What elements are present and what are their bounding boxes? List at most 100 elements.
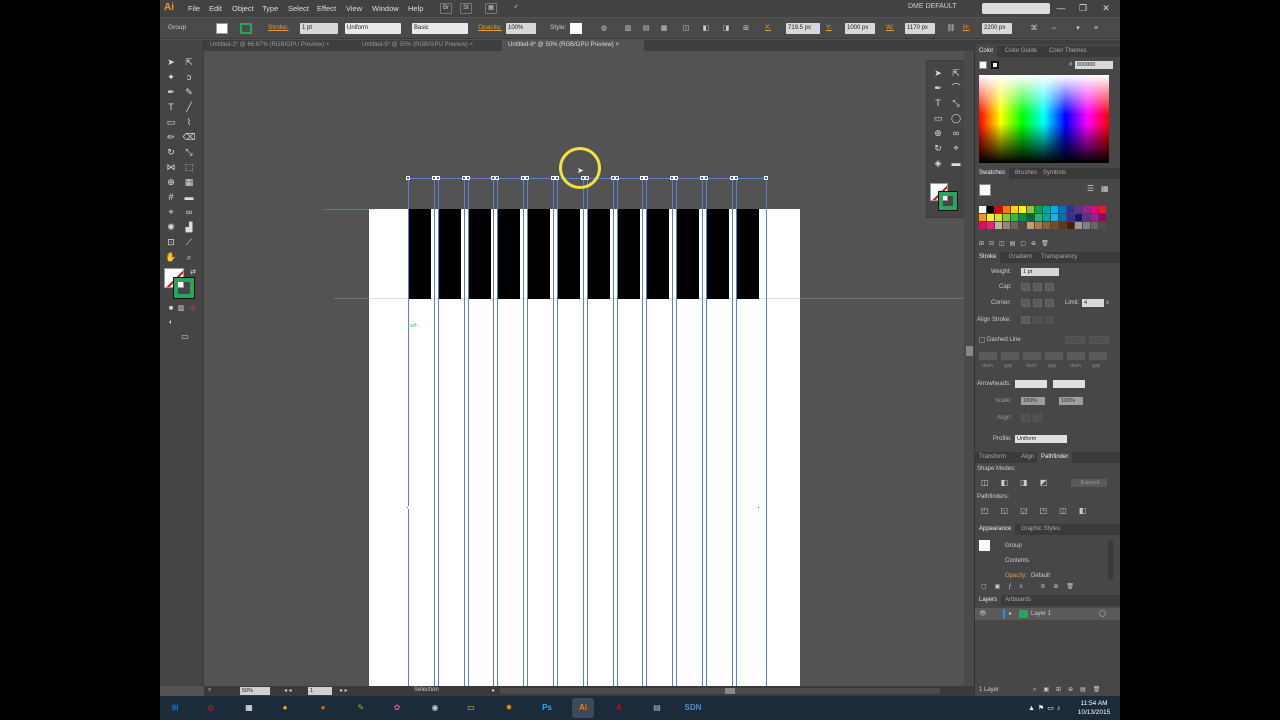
- color-swatch[interactable]: [1043, 222, 1050, 229]
- rotate-tool-icon[interactable]: ↻: [164, 146, 178, 159]
- h-label[interactable]: H:: [963, 24, 970, 31]
- bevel-join-button[interactable]: [1045, 299, 1054, 307]
- tab-color[interactable]: Color: [975, 46, 998, 57]
- current-tool-label[interactable]: Selection: [414, 687, 439, 693]
- acrobat-icon[interactable]: A: [608, 698, 630, 718]
- paintbrush-tool-icon[interactable]: ⌇: [182, 116, 196, 129]
- tab-align[interactable]: Align: [1017, 452, 1038, 463]
- photoshop-icon[interactable]: Ps: [536, 698, 558, 718]
- black-key[interactable]: [707, 209, 729, 299]
- color-swatch[interactable]: [1035, 222, 1042, 229]
- minimize-icon[interactable]: —: [1054, 1, 1068, 15]
- menu-file[interactable]: File: [188, 0, 200, 17]
- color-swatch[interactable]: [1011, 214, 1018, 221]
- color-swatch[interactable]: [1027, 222, 1034, 229]
- app-icon[interactable]: ◉: [424, 698, 446, 718]
- constrain-link-icon[interactable]: ⛓: [945, 23, 957, 34]
- color-swatch[interactable]: [1075, 222, 1082, 229]
- x-label[interactable]: X:: [765, 24, 771, 31]
- anchor-point[interactable]: [435, 176, 440, 180]
- color-swatch[interactable]: [995, 222, 1002, 229]
- h-field[interactable]: 2200 px: [982, 23, 1012, 34]
- magic-wand-tool-icon[interactable]: ✦: [164, 71, 178, 84]
- variable-width-profile[interactable]: Uniform: [345, 23, 401, 34]
- dash-gap-field[interactable]: [979, 352, 997, 360]
- firefox-icon[interactable]: ●: [312, 698, 334, 718]
- rotate-tool-icon[interactable]: ↻: [931, 142, 945, 155]
- tab-gradient[interactable]: Gradient: [1005, 252, 1036, 263]
- color-swatch[interactable]: [987, 222, 994, 229]
- color-swatch[interactable]: [1083, 206, 1090, 213]
- expand-triangle-icon[interactable]: ▸: [1009, 610, 1012, 617]
- next-artboard-icon[interactable]: ▸ ▸: [340, 687, 348, 694]
- isolate-icon[interactable]: ◫: [680, 23, 692, 34]
- opacity-label[interactable]: Opacity:: [478, 24, 502, 31]
- anchor-point[interactable]: [674, 176, 679, 180]
- color-swatch[interactable]: [1051, 222, 1058, 229]
- color-swatch[interactable]: [1091, 222, 1098, 229]
- menu-type[interactable]: Type: [262, 0, 278, 17]
- free-transform-tool-icon[interactable]: ⬚: [182, 161, 196, 174]
- tab-transparency[interactable]: Transparency: [1037, 252, 1081, 263]
- tab-color-themes[interactable]: Color Themes: [1045, 46, 1091, 57]
- round-cap-button[interactable]: [1033, 283, 1042, 291]
- restore-icon[interactable]: ❐: [1076, 1, 1090, 15]
- anchor-point[interactable]: [465, 176, 470, 180]
- black-key[interactable]: [528, 209, 551, 299]
- color-swatch[interactable]: [1083, 214, 1090, 221]
- color-swatch[interactable]: [1011, 222, 1018, 229]
- appearance-opacity-label[interactable]: Opacity:: [1005, 573, 1027, 579]
- list-view-icon[interactable]: ☰: [1087, 184, 1094, 193]
- direct-selection-tool-icon[interactable]: ⇱: [949, 67, 963, 80]
- dashed-line-checkbox[interactable]: [979, 337, 985, 343]
- color-swatch[interactable]: [995, 206, 1002, 213]
- bridge-icon[interactable]: Br: [440, 3, 452, 14]
- color-swatch[interactable]: [1059, 222, 1066, 229]
- tab-stroke[interactable]: Stroke: [975, 252, 1001, 263]
- butt-cap-button[interactable]: [1021, 283, 1030, 291]
- hand-tool-icon[interactable]: ✋: [164, 251, 178, 264]
- screen-mode-icon[interactable]: ▭: [178, 330, 192, 343]
- transform-icon[interactable]: ▤: [640, 23, 652, 34]
- arrow-extend-button[interactable]: [1021, 414, 1030, 422]
- menu-object[interactable]: Object: [232, 0, 254, 17]
- menu-window[interactable]: Window: [372, 0, 399, 17]
- ellipse-tool-icon[interactable]: ◯: [949, 112, 963, 125]
- eyedropper-tool-icon[interactable]: ⌖: [164, 206, 178, 219]
- thumbnail-view-icon[interactable]: ▦: [1101, 184, 1109, 193]
- w-label[interactable]: W:: [886, 24, 894, 31]
- zoom-tool-icon[interactable]: ⌕: [182, 251, 196, 264]
- round-join-button[interactable]: [1033, 299, 1042, 307]
- color-swatch[interactable]: [1003, 206, 1010, 213]
- appearance-actions-icon[interactable]: ▢▣ƒx ⊘⊕🗑: [981, 583, 1082, 590]
- visibility-eye-icon[interactable]: 👁: [979, 610, 987, 617]
- vertical-scroll-thumb[interactable]: [966, 346, 973, 356]
- explorer-icon[interactable]: ▭: [460, 698, 482, 718]
- color-swatch[interactable]: [1019, 214, 1026, 221]
- dash-gap-field[interactable]: [1067, 352, 1085, 360]
- gradient-tool-icon[interactable]: ▬: [949, 157, 963, 170]
- color-swatch[interactable]: [1027, 214, 1034, 221]
- search-input[interactable]: [982, 3, 1050, 14]
- color-swatch[interactable]: [1019, 222, 1026, 229]
- selection-tool-icon[interactable]: ➤: [164, 56, 178, 69]
- color-swatch[interactable]: [1051, 214, 1058, 221]
- anchor-tool-icon[interactable]: ⌒: [949, 82, 963, 95]
- distribute-icon[interactable]: ▦: [658, 23, 670, 34]
- color-swatch[interactable]: [1091, 206, 1098, 213]
- layer-name[interactable]: Layer 1: [1031, 611, 1051, 617]
- selection-tool-icon[interactable]: ➤: [931, 67, 945, 80]
- anchor-point[interactable]: [700, 176, 704, 180]
- type-tool-icon[interactable]: T: [931, 97, 945, 110]
- stroke-label[interactable]: Stroke:: [268, 24, 289, 31]
- rectangle-tool-icon[interactable]: ▭: [931, 112, 945, 125]
- pathfinder-buttons-icon[interactable]: ◰◱◲◳◫◧: [981, 506, 1098, 515]
- expand-button[interactable]: Expand: [1071, 479, 1107, 487]
- slice-tool-icon[interactable]: ⟋: [182, 236, 196, 249]
- tab-transform[interactable]: Transform: [975, 452, 1010, 463]
- tab-symbols[interactable]: Symbols: [1039, 168, 1070, 179]
- menu-help[interactable]: Help: [408, 0, 423, 17]
- draw-mode-icon[interactable]: ◐: [164, 316, 178, 329]
- rectangle-tool-icon[interactable]: ▭: [164, 116, 178, 129]
- perspective-grid-tool-icon[interactable]: ▦: [182, 176, 196, 189]
